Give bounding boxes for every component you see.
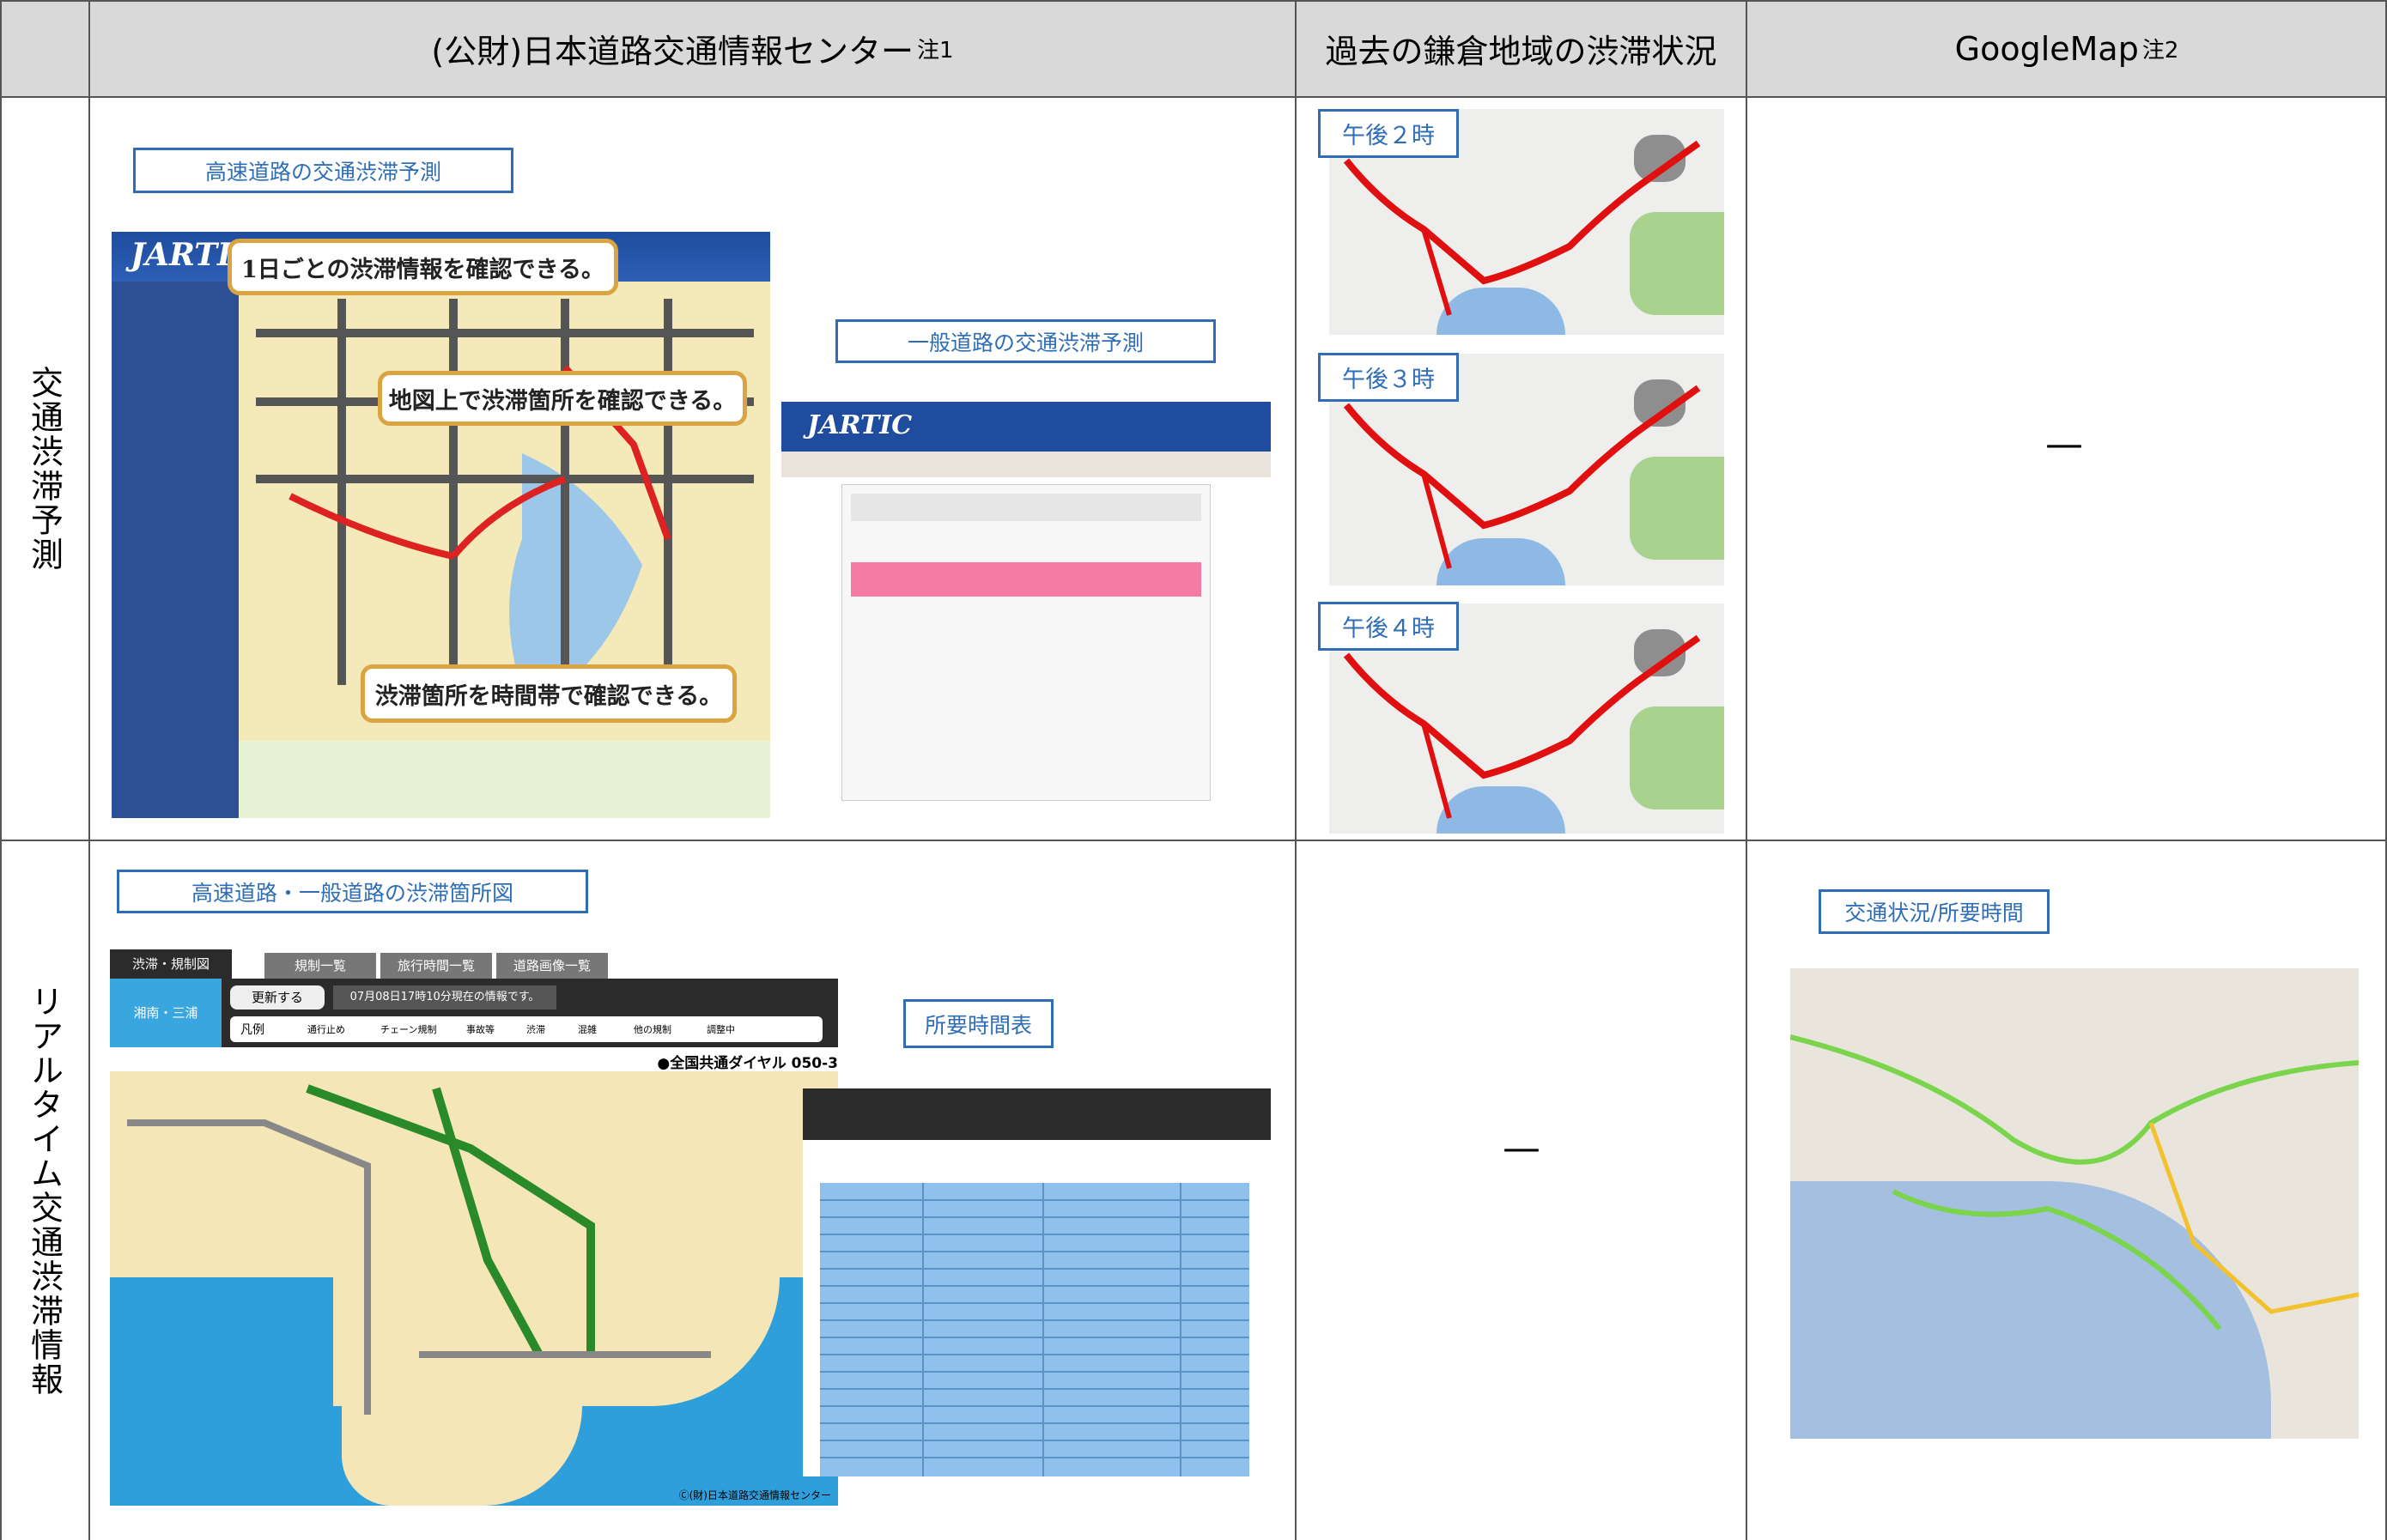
highway-forecast-screenshot: JARTIC 1日ごとの渋滞情報を確認できる。 地図上で渋滞箇所を確認できる。 … <box>112 232 770 818</box>
legend-accident: 事故等 <box>466 1024 495 1035</box>
callout-map: 地図上で渋滞箇所を確認できる。 <box>378 371 747 426</box>
callout-daily: 1日ごとの渋滞情報を確認できる。 <box>228 239 618 295</box>
travel-time-screenshot <box>803 1088 1271 1476</box>
row-label-forecast: 交通渋滞予測 <box>0 97 89 840</box>
google-traffic-map <box>1790 968 2359 1439</box>
realtime-roads <box>127 1084 711 1415</box>
legend-chain: チェーン規制 <box>380 1024 437 1035</box>
row-forecast-text: 交通渋滞予測 <box>25 365 64 572</box>
table-divider-3 <box>1746 0 1747 1540</box>
legend-bar: 凡例 通行止め チェーン規制 事故等 渋滞 混雑 他の規制 調整中 <box>230 1016 823 1042</box>
travel-time-label: 所要時間表 <box>903 999 1054 1048</box>
realtime-road-map: Ⓒ(財)日本道路交通情報センター <box>110 1071 838 1506</box>
table-border-header <box>0 96 2387 98</box>
google-traffic-roads <box>1790 1034 2359 1331</box>
realtime-control-bar: 湘南・三浦 更新する 07月08日17時10分現在の情報です。 凡例 通行止め … <box>110 979 838 1047</box>
travel-time-header <box>803 1088 1271 1140</box>
web-content <box>841 484 1211 801</box>
header-google: GoogleMap 注2 <box>1746 0 2387 97</box>
time-label-2pm: 午後２時 <box>1318 109 1459 158</box>
web-jartic-logo: JARTIC <box>807 410 913 440</box>
table-divider-2 <box>1295 0 1297 1540</box>
area-name: 湘南・三浦 <box>110 979 222 1047</box>
travel-time-table <box>820 1183 1249 1476</box>
comparison-table: (公財)日本道路交通情報センター 注1 過去の鎌倉地域の渋滞状況 GoogleMa… <box>0 0 2387 1540</box>
jartic-congestion-table <box>239 741 770 818</box>
table-border-middle <box>0 840 2387 841</box>
legend-other: 他の規制 <box>634 1024 671 1035</box>
realtime-map-screenshot: 渋滞・規制図 規制一覧 旅行時間一覧 道路画像一覧 湘南・三浦 更新する 07月… <box>110 934 838 1506</box>
header-source-note: 注1 <box>917 38 954 64</box>
legend-congestion: 渋滞 <box>526 1024 545 1035</box>
realtime-map-label: 高速道路・一般道路の渋滞箇所図 <box>117 870 588 913</box>
table-border-top <box>0 0 2387 2</box>
tab-travel-time[interactable]: 旅行時間一覧 <box>380 953 492 979</box>
header-source-text: (公財)日本道路交通情報センター <box>431 33 914 70</box>
realtime-tabs: 渋滞・規制図 規制一覧 旅行時間一覧 道路画像一覧 <box>110 949 838 979</box>
header-past: 過去の鎌倉地域の渋滞状況 <box>1296 0 1746 97</box>
google-forecast-dash: — <box>2045 422 2083 466</box>
travel-time-rows <box>820 1183 1249 1476</box>
google-realtime-label: 交通状況/所要時間 <box>1819 889 2050 934</box>
kanto-road-map <box>256 299 754 691</box>
header-google-note: 注2 <box>2141 38 2179 64</box>
update-button[interactable]: 更新する <box>230 985 325 1009</box>
legend-crowded: 混雑 <box>578 1024 597 1035</box>
legend-closure: 通行止め <box>307 1024 345 1035</box>
copyright-text: Ⓒ(財)日本道路交通情報センター <box>678 1489 831 1501</box>
highway-forecast-label: 高速道路の交通渋滞予測 <box>133 148 513 193</box>
web-table-head <box>851 562 1201 597</box>
web-section-head <box>851 494 1201 521</box>
header-source: (公財)日本道路交通情報センター 注1 <box>89 0 1296 97</box>
time-label-4pm: 午後４時 <box>1318 602 1459 651</box>
dial-text: ●全国共通ダイヤル 050-3 <box>657 1055 838 1072</box>
tab-restrictions[interactable]: 規制一覧 <box>264 953 376 979</box>
general-forecast-screenshot: JARTIC <box>781 402 1271 809</box>
web-header: JARTIC <box>781 402 1271 452</box>
header-empty <box>0 0 89 97</box>
time-label-3pm: 午後３時 <box>1318 353 1459 402</box>
jartic-sidebar <box>112 282 239 818</box>
header-google-text: GoogleMap <box>1954 29 2139 68</box>
header-past-text: 過去の鎌倉地域の渋滞状況 <box>1325 33 1717 70</box>
row-label-realtime: リアルタイム交通渋滞情報 <box>0 841 89 1540</box>
past-realtime-dash: — <box>1503 1126 1540 1170</box>
legend-title: 凡例 <box>240 1023 264 1037</box>
row-realtime-text: リアルタイム交通渋滞情報 <box>25 985 64 1397</box>
web-nav <box>781 452 1271 477</box>
general-forecast-label: 一般道路の交通渋滞予測 <box>835 319 1216 363</box>
callout-timeslot: 渋滞箇所を時間帯で確認できる。 <box>361 664 737 723</box>
update-note: 07月08日17時10分現在の情報です。 <box>333 985 556 1009</box>
tab-road-images[interactable]: 道路画像一覧 <box>496 953 608 979</box>
tab-congestion[interactable]: 渋滞・規制図 <box>110 949 232 979</box>
legend-adjusting: 調整中 <box>707 1024 735 1035</box>
